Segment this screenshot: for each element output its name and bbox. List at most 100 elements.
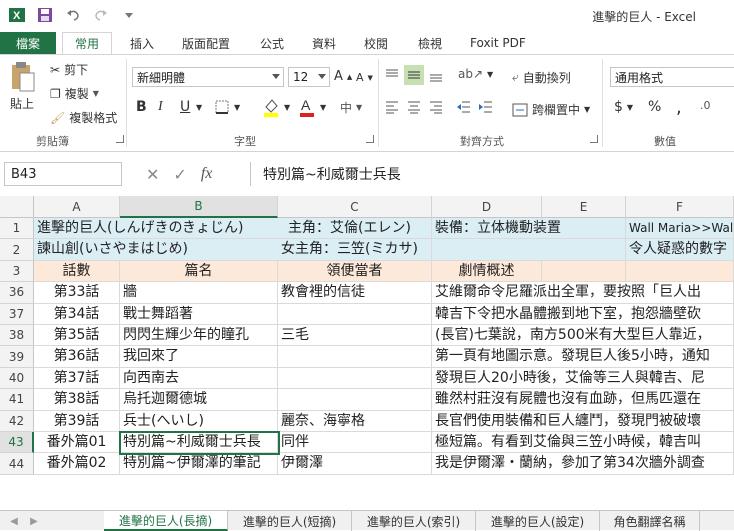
cell-a2[interactable]: 諫山創(いさやまはじめ) — [34, 239, 278, 261]
header-cell-summary[interactable]: 劇情概述 — [432, 260, 542, 283]
select-all-corner[interactable] — [0, 196, 34, 218]
font-launcher-icon[interactable] — [366, 135, 374, 143]
row-header[interactable]: 41 — [0, 389, 34, 411]
alignment-launcher-icon[interactable] — [590, 135, 598, 143]
percent-button[interactable]: % — [648, 99, 661, 115]
tab-foxit-pdf[interactable]: Foxit PDF — [470, 32, 526, 54]
table-cell-deaths[interactable] — [278, 389, 432, 411]
table-cell-summary[interactable]: 發現巨人20小時後，艾倫等三人與韓吉、尼 — [432, 367, 734, 390]
row-header[interactable]: 40 — [0, 367, 34, 390]
align-bottom-button[interactable] — [428, 67, 444, 83]
header-cell-empty-e[interactable] — [542, 260, 626, 283]
currency-button[interactable]: $ ▼ — [614, 99, 633, 115]
sheet-tab-long-summary[interactable]: 進擊的巨人(長摘) — [104, 511, 228, 531]
cancel-icon[interactable]: ✕ — [146, 165, 159, 184]
table-cell-episode[interactable]: 番外篇01 — [34, 432, 120, 454]
table-cell-deaths[interactable]: 同伴 — [278, 432, 432, 454]
align-top-button[interactable] — [384, 67, 400, 83]
table-cell-summary[interactable]: 艾維爾命令尼羅派出全軍，要按照「巨人出 — [432, 282, 734, 304]
column-header-c[interactable]: C — [278, 196, 432, 218]
font-color-button[interactable]: A ▼ — [298, 97, 326, 117]
font-size-dropdown[interactable]: 12 — [288, 67, 330, 87]
sheet-prev-icon[interactable]: ◀ — [8, 515, 20, 527]
table-cell-summary[interactable]: 韓吉下令把水晶體搬到地下室，抱怨牆壁砍 — [432, 303, 734, 325]
row-header[interactable]: 36 — [0, 282, 34, 304]
align-right-button[interactable] — [428, 99, 444, 115]
bold-button[interactable]: B — [136, 99, 147, 115]
grow-font-button[interactable]: A ▲ — [334, 69, 352, 84]
tab-review[interactable]: 校閱 — [364, 32, 388, 54]
table-cell-title[interactable]: 戰士舞蹈著 — [120, 303, 278, 325]
column-header-d[interactable]: D — [432, 196, 542, 218]
table-cell-summary[interactable]: 極短篇。有看到艾倫與三笠小時候，韓吉叫 — [432, 432, 734, 454]
undo-icon[interactable] — [64, 6, 82, 24]
table-cell-title[interactable]: 我回來了 — [120, 346, 278, 368]
table-cell-deaths[interactable] — [278, 346, 432, 368]
table-cell-episode[interactable]: 第38話 — [34, 389, 120, 411]
borders-button[interactable]: ▼ — [214, 99, 240, 115]
column-header-e[interactable]: E — [542, 196, 626, 218]
table-cell-title[interactable]: 閃閃生輝少年的瞳孔 — [120, 325, 278, 347]
merge-center-button[interactable]: 跨欄置中 ▼ — [512, 101, 590, 118]
tab-home[interactable]: 常用 — [62, 32, 113, 54]
wrap-text-button[interactable]: ⤶ 自動換列 — [512, 69, 571, 86]
paste-button[interactable]: 貼上 — [8, 61, 36, 112]
tab-insert[interactable]: 插入 — [130, 32, 154, 54]
orientation-button[interactable]: ab↗ ▼ — [458, 67, 493, 81]
table-cell-summary[interactable]: 第一頁有地圖示意。發現巨人後5小時，通知 — [432, 346, 734, 368]
spreadsheet-grid[interactable]: A B C D E F 1 進擊的巨人(しんげきのきょじん) 主角：艾倫(エレン… — [0, 196, 734, 510]
table-cell-title[interactable]: 向西南去 — [120, 367, 278, 390]
header-cell-deaths[interactable]: 領便當者 — [278, 260, 432, 283]
font-name-dropdown[interactable]: 新細明體 — [132, 67, 284, 87]
comma-style-button[interactable]: , — [676, 97, 682, 118]
row-header[interactable]: 39 — [0, 346, 34, 368]
column-header-b[interactable]: B — [120, 196, 278, 218]
underline-dropdown-icon[interactable]: ▼ — [196, 103, 202, 112]
cut-button[interactable]: ✂ 剪下 — [50, 61, 88, 78]
copy-dropdown-icon[interactable]: ▼ — [93, 89, 99, 98]
customize-qat-icon[interactable] — [120, 6, 138, 24]
cell-d2[interactable] — [432, 239, 626, 261]
cell-c1[interactable]: 主角：艾倫(エレン) — [278, 218, 432, 240]
cell-f2[interactable]: 令人疑惑的數字 — [626, 239, 734, 261]
underline-button[interactable]: U — [180, 99, 190, 115]
sheet-tab-index[interactable]: 進擊的巨人(索引) — [352, 511, 476, 531]
table-cell-deaths[interactable]: 三毛 — [278, 325, 432, 347]
tab-formulas[interactable]: 公式 — [260, 32, 284, 54]
tab-page-layout[interactable]: 版面配置 — [182, 32, 230, 54]
table-cell-episode[interactable]: 第33話 — [34, 282, 120, 304]
increase-indent-button[interactable] — [478, 99, 494, 115]
clipboard-launcher-icon[interactable] — [116, 135, 124, 143]
table-cell-episode[interactable]: 第34話 — [34, 303, 120, 325]
number-format-dropdown[interactable]: 通用格式 — [610, 67, 734, 87]
row-header[interactable]: 37 — [0, 303, 34, 325]
copy-button[interactable]: ❐ 複製 ▼ — [50, 85, 99, 102]
header-cell-episode[interactable]: 話數 — [34, 260, 120, 283]
tab-view[interactable]: 檢視 — [418, 32, 442, 54]
italic-button[interactable]: I — [158, 99, 163, 115]
row-header[interactable]: 2 — [0, 239, 34, 261]
align-center-button[interactable] — [406, 99, 422, 115]
row-header-selected[interactable]: 43 — [0, 432, 34, 454]
save-icon[interactable] — [36, 6, 54, 24]
table-cell-summary[interactable]: 我是伊爾澤・蘭納，參加了第34次牆外調查 — [432, 453, 734, 475]
formula-input[interactable]: 特別篇~利威爾士兵長 — [250, 162, 734, 186]
cell-f1[interactable]: Wall Maria>>Wall — [626, 218, 734, 240]
header-cell-title[interactable]: 篇名 — [120, 260, 278, 283]
decrease-indent-button[interactable] — [456, 99, 472, 115]
redo-icon[interactable] — [92, 6, 110, 24]
row-header[interactable]: 42 — [0, 410, 34, 432]
cell-a1[interactable]: 進擊的巨人(しんげきのきょじん) — [34, 218, 278, 240]
row-header[interactable]: 3 — [0, 260, 34, 283]
table-cell-deaths[interactable]: 麗奈、海寧格 — [278, 410, 432, 432]
table-cell-summary[interactable]: 長官們使用裝備和巨人纏鬥，發現門被破壞 — [432, 410, 734, 432]
table-cell-deaths[interactable]: 教會裡的信徒 — [278, 282, 432, 304]
row-header[interactable]: 1 — [0, 218, 34, 240]
sheet-next-icon[interactable]: ▶ — [28, 515, 40, 527]
sheet-tab-short-summary[interactable]: 進擊的巨人(短摘) — [228, 511, 352, 531]
table-cell-episode[interactable]: 番外篇02 — [34, 453, 120, 475]
column-header-f[interactable]: F — [626, 196, 734, 218]
format-painter-button[interactable]: 🖌 複製格式 — [50, 109, 117, 126]
table-cell-title-selected[interactable]: 特別篇~利威爾士兵長 — [120, 432, 278, 454]
table-cell-episode[interactable]: 第39話 — [34, 410, 120, 432]
